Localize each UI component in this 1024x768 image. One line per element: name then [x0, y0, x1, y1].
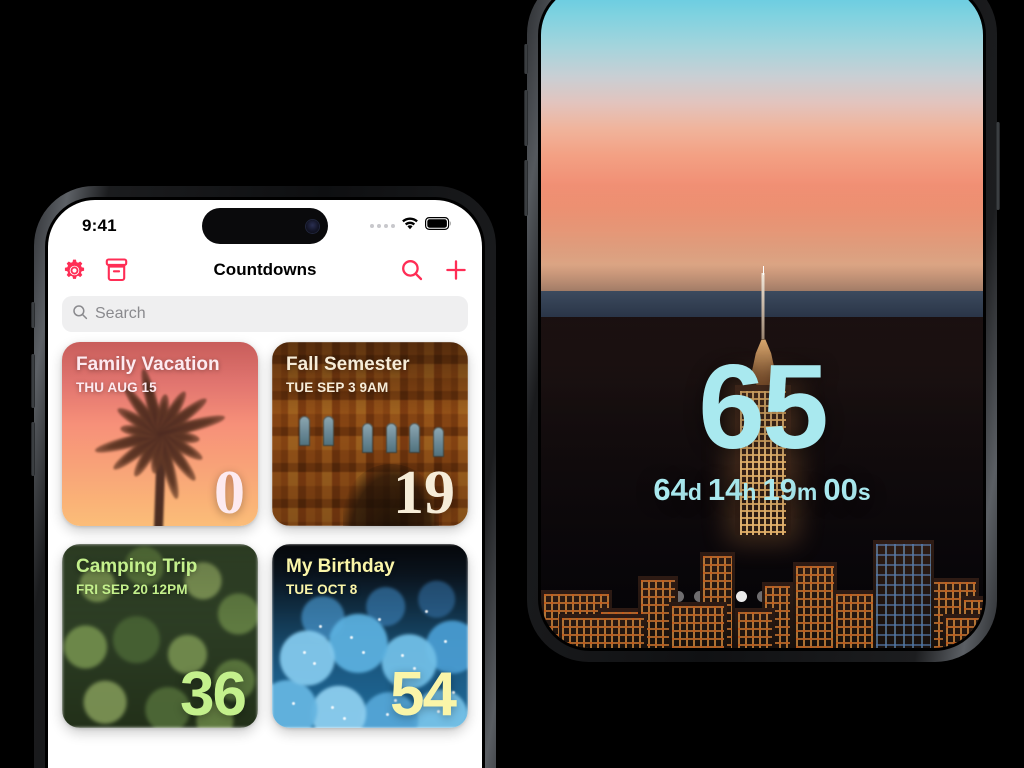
- card-date: THU AUG 15: [76, 380, 157, 396]
- search-icon[interactable]: [400, 258, 424, 282]
- skyline-building: [792, 562, 838, 648]
- card-date: TUE OCT 8: [286, 582, 358, 598]
- card-days-remaining: 0: [214, 459, 245, 526]
- countdown-detail: 64d 14h 19m 00s: [541, 472, 983, 508]
- status-bar-time: 9:41: [82, 216, 117, 235]
- countdown-card-grid: Family Vacation THU AUG 15 0 Fall Semester T…: [48, 342, 482, 728]
- card-title: Family Vacation: [76, 354, 220, 375]
- countdown-card[interactable]: Family Vacation THU AUG 15 0: [62, 342, 258, 526]
- card-text-block: Family Vacation THU AUG 15: [76, 354, 246, 395]
- card-text-block: My Birthday TUE OCT 8: [286, 556, 456, 597]
- countdown-days-big: 65: [698, 340, 828, 475]
- card-text-block: Fall Semester TUE SEP 3 9AM: [286, 354, 456, 395]
- skyline-building: [735, 608, 776, 648]
- countdown-segment-unit: h: [742, 479, 757, 506]
- right-phone-volume-up-button[interactable]: [524, 90, 528, 146]
- lock-screen-countdown: 65 64d 14h 19m 00s: [541, 340, 983, 508]
- countdown-segment-unit: m: [796, 479, 818, 506]
- cellular-dots-icon: [370, 224, 395, 228]
- skyline-building: [943, 614, 983, 648]
- countdown-segment: 64d: [653, 472, 702, 507]
- archive-box-icon[interactable]: [105, 258, 128, 282]
- gear-icon[interactable]: [62, 258, 87, 283]
- countdown-segment-unit: d: [687, 479, 702, 506]
- card-date: FRI SEP 20 12PM: [76, 582, 188, 598]
- countdown-segment: 00s: [823, 472, 870, 507]
- search-placeholder: Search: [95, 305, 146, 322]
- countdown-segment: 19m: [762, 472, 817, 507]
- card-days-remaining: 54: [390, 660, 457, 728]
- screenshot-stage: 65 64d 14h 19m 00s 9:41 Countdowns Searc…: [0, 0, 1024, 768]
- right-phone-volume-down-button[interactable]: [524, 160, 528, 216]
- countdown-segment-value: 14: [707, 472, 743, 508]
- countdown-card[interactable]: Camping Trip FRI SEP 20 12PM 36: [62, 544, 258, 728]
- card-days-remaining: 36: [180, 660, 247, 728]
- right-phone-bezel: 65 64d 14h 19m 00s: [538, 0, 986, 651]
- skyline-building: [872, 540, 935, 648]
- battery-full-icon: [425, 217, 452, 235]
- countdown-card[interactable]: Fall Semester TUE SEP 3 9AM 19: [272, 342, 468, 526]
- countdowns-app-screen: 9:41 Countdowns Search Family Vacation T…: [48, 200, 482, 768]
- phone-right-device: 65 64d 14h 19m 00s: [524, 0, 1000, 662]
- card-title: Fall Semester: [286, 354, 410, 375]
- search-input[interactable]: Search: [62, 296, 468, 332]
- esb-spire: [761, 273, 765, 340]
- skyline-building: [558, 614, 648, 648]
- card-text-block: Camping Trip FRI SEP 20 12PM: [76, 556, 246, 597]
- countdown-segment-value: 64: [653, 472, 688, 508]
- left-phone-volume-up-button[interactable]: [31, 354, 35, 408]
- search-icon: [72, 304, 88, 325]
- countdown-segment: 14h: [708, 472, 757, 507]
- right-phone-mute-switch[interactable]: [524, 44, 528, 74]
- countdown-segment-value: 00: [823, 472, 858, 508]
- countdown-segment-unit: s: [857, 479, 871, 506]
- card-title: My Birthday: [286, 556, 395, 577]
- status-bar-indicators: [370, 217, 452, 235]
- dynamic-island: [202, 208, 328, 244]
- page-indicator-dot[interactable]: [735, 591, 747, 602]
- app-nav-bar: Countdowns: [48, 252, 482, 296]
- front-camera-icon: [306, 219, 319, 233]
- plus-icon[interactable]: [444, 258, 468, 282]
- countdown-segment-value: 19: [762, 472, 797, 508]
- right-phone-power-button[interactable]: [996, 122, 1000, 210]
- card-date: TUE SEP 3 9AM: [286, 380, 389, 396]
- card-days-remaining: 19: [393, 459, 455, 526]
- left-phone-bezel: 9:41 Countdowns Search Family Vacation T…: [45, 197, 485, 768]
- left-phone-mute-switch[interactable]: [31, 302, 35, 328]
- lock-screen[interactable]: 65 64d 14h 19m 00s: [541, 0, 983, 648]
- status-bar: 9:41: [48, 200, 482, 252]
- countdown-card[interactable]: My Birthday TUE OCT 8 54: [272, 544, 468, 728]
- card-title: Camping Trip: [76, 556, 198, 577]
- skyline-building: [669, 602, 727, 648]
- wifi-icon: [401, 217, 419, 235]
- left-phone-volume-down-button[interactable]: [31, 422, 35, 476]
- phone-left-device: 9:41 Countdowns Search Family Vacation T…: [31, 186, 496, 768]
- search-area: Search: [48, 296, 482, 342]
